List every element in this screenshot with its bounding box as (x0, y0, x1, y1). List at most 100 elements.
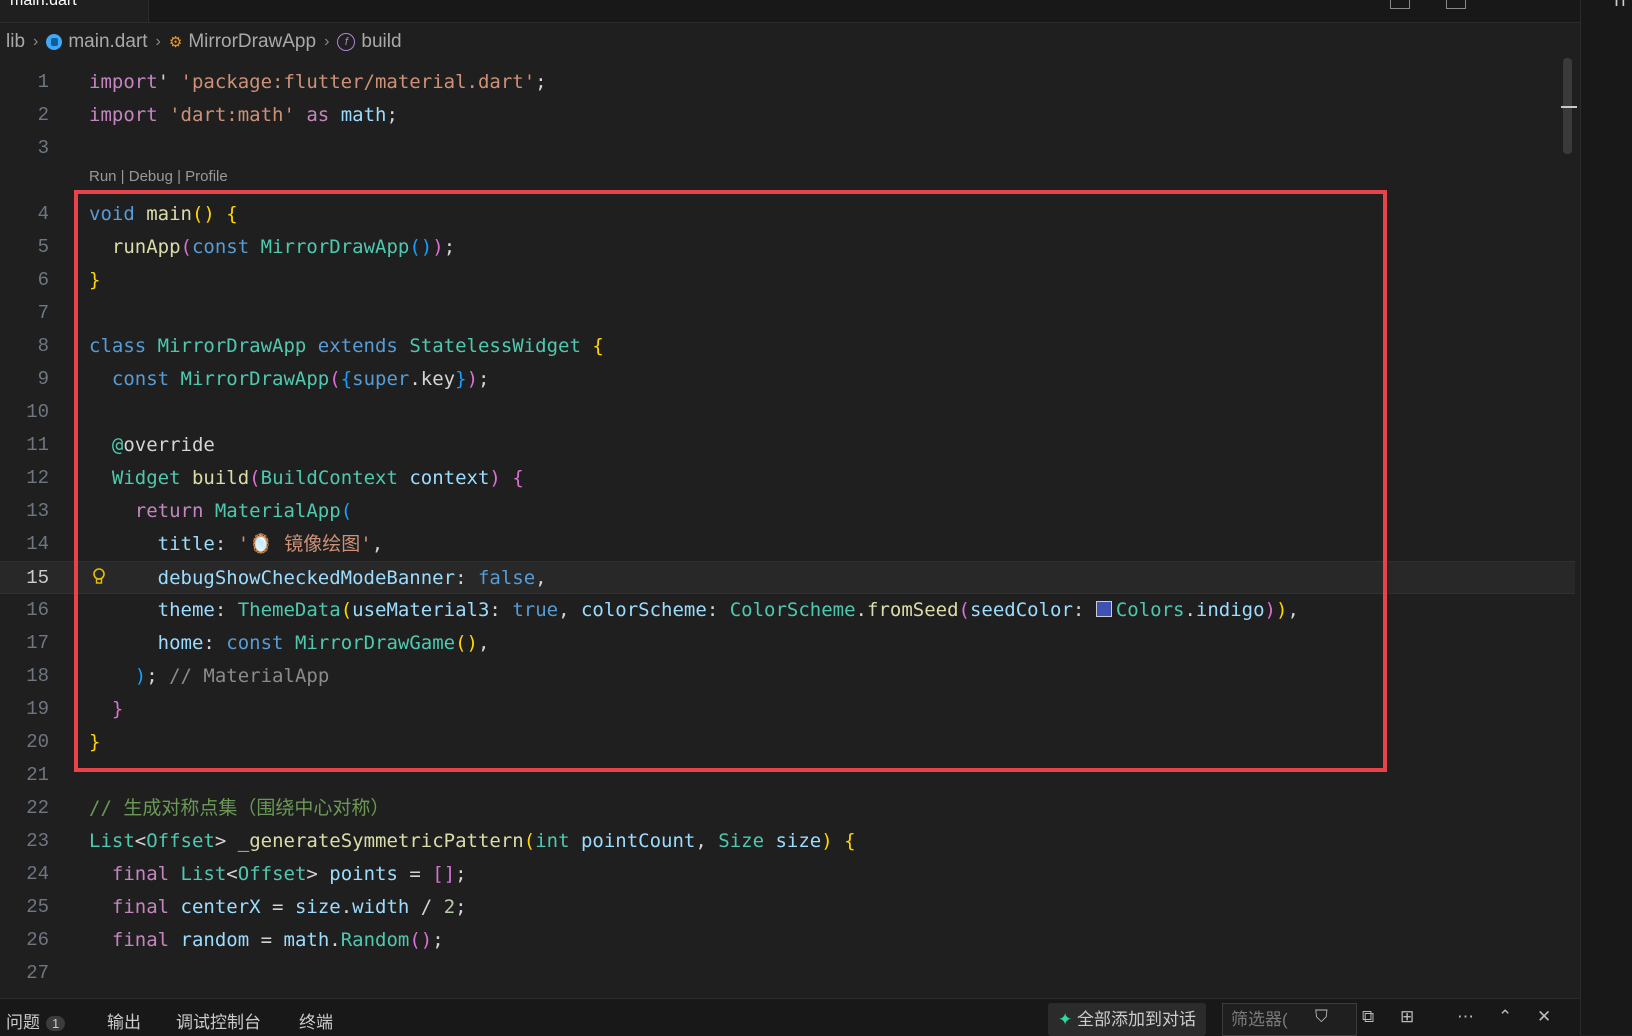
code-text: } (89, 264, 100, 297)
code-line[interactable]: 2 import 'dart:math' as math; (0, 99, 1575, 132)
code-line[interactable]: 6} (0, 264, 1575, 297)
more-icon[interactable]: ⋯ (1457, 1007, 1474, 1027)
code-token: indigo (1195, 599, 1265, 621)
code-line[interactable]: 20} (0, 726, 1575, 759)
code-text: ); // MaterialApp (89, 660, 330, 693)
code-line[interactable]: 26 final random = math.Random(); (0, 924, 1575, 957)
line-number: 16 (26, 599, 49, 621)
code-token: , (371, 533, 384, 555)
filter-icon[interactable]: ⛉ (1315, 1007, 1328, 1027)
code-token: MirrorDrawApp (146, 335, 307, 357)
code-token: : (706, 599, 730, 621)
code-token: . (855, 599, 867, 621)
code-token: () (455, 632, 478, 654)
code-line[interactable]: 21 (0, 759, 1575, 792)
split-editor-icon[interactable] (1390, 0, 1410, 9)
class-icon: ⚙ (168, 34, 183, 51)
code-editor[interactable]: Run | Debug | Profile 1 import' 'package:… (0, 66, 1575, 998)
close-icon[interactable]: ✕ (1537, 1007, 1551, 1027)
tab-main-dart[interactable]: main.dart (0, 0, 149, 22)
color-swatch-icon[interactable] (1095, 601, 1112, 617)
code-line[interactable]: 24 final List<Offset> points = []; (0, 858, 1575, 891)
code-line[interactable]: 27 (0, 957, 1575, 990)
line-number: 5 (37, 236, 49, 258)
code-token: BuildContext (260, 467, 398, 489)
code-line[interactable]: 17 home: const MirrorDrawGame(), (0, 627, 1575, 660)
code-text: title: '🪞 镜像绘图', (89, 528, 384, 561)
code-line[interactable]: 18 ); // MaterialApp (0, 660, 1575, 693)
line-number: 20 (26, 731, 49, 753)
add-all-to-chat-button[interactable]: ✦ 全部添加到对话 (1048, 1003, 1206, 1036)
chevron-right-icon: › (324, 33, 330, 50)
code-line[interactable]: 10 (0, 396, 1575, 429)
code-text: debugShowCheckedModeBanner: false, (89, 562, 547, 595)
code-token: () (409, 929, 433, 951)
code-token: extends (306, 335, 398, 357)
code-token: Size (718, 830, 765, 852)
code-line[interactable]: 23 List<Offset> _generateSymmetricPattern… (0, 825, 1575, 858)
tab-output[interactable]: 输出 (107, 1008, 141, 1033)
code-token: , (477, 632, 490, 654)
code-line[interactable]: 11 @override (0, 429, 1575, 462)
copy-icon[interactable]: ⧉ (1362, 1007, 1374, 1027)
code-text: runApp(const MirrorDrawApp()); (89, 231, 455, 264)
code-line[interactable]: 15 debugShowCheckedModeBanner: false, (0, 561, 1575, 594)
lightbulb-icon[interactable] (92, 568, 106, 586)
tab-debug-console[interactable]: 调试控制台 (176, 1008, 261, 1033)
code-text: } (89, 693, 123, 726)
chevron-right-icon: › (155, 33, 161, 50)
code-line[interactable]: 25 final centerX = size.width / 2; (0, 891, 1575, 924)
code-token: centerX (169, 896, 261, 918)
code-line[interactable]: 3 (0, 132, 1575, 165)
codelens-run-debug-profile[interactable]: Run | Debug | Profile (89, 168, 228, 185)
code-token: @ (111, 434, 124, 456)
code-token: return (134, 500, 204, 522)
code-line[interactable]: 22 // 生成对称点集（围绕中心对称） (0, 792, 1575, 825)
code-text: import 'dart:math' as math; (89, 99, 398, 132)
code-line[interactable]: 9 const MirrorDrawApp({super.key}); (0, 363, 1575, 396)
tab-problems[interactable]: 问题 1 (6, 1008, 66, 1033)
line-number: 9 (37, 368, 49, 390)
code-token: import (89, 71, 158, 93)
code-token: ThemeData (237, 599, 341, 621)
code-line[interactable]: 5 runApp(const MirrorDrawApp()); (0, 231, 1575, 264)
code-line[interactable]: 1 import' 'package:flutter/material.dart'… (0, 66, 1575, 99)
breadcrumb-item-lib[interactable]: lib (6, 31, 25, 53)
code-line[interactable]: 7 (0, 297, 1575, 330)
code-token: , (1287, 599, 1299, 621)
code-token: () (191, 203, 215, 225)
code-line[interactable]: 12 Widget build(BuildContext context) { (0, 462, 1575, 495)
code-line[interactable]: 16 theme: ThemeData(useMaterial3: true, … (0, 594, 1575, 627)
line-number: 6 (37, 269, 49, 291)
code-line[interactable]: 13 return MaterialApp( (0, 495, 1575, 528)
breadcrumb-item-file[interactable]: main.dart (68, 31, 147, 53)
layout-icon[interactable]: ⊞ (1400, 1007, 1414, 1027)
line-number: 1 (37, 71, 49, 93)
code-line[interactable]: 4 void main() { (0, 198, 1575, 231)
code-token: } (455, 368, 467, 390)
code-line[interactable]: 19 } (0, 693, 1575, 726)
filter-input[interactable]: 筛选器( (1222, 1003, 1357, 1036)
code-token: StatelessWidget (397, 335, 581, 357)
code-token: MirrorDrawApp (249, 236, 410, 258)
chevron-up-icon[interactable]: ⌃ (1498, 1007, 1512, 1027)
tab-terminal[interactable]: 终端 (299, 1008, 333, 1033)
editor-scrollbar[interactable] (1561, 58, 1577, 958)
code-token: const (226, 632, 284, 654)
code-token: final (111, 896, 170, 918)
code-token: , (558, 599, 581, 621)
breadcrumb-item-class[interactable]: MirrorDrawApp (188, 31, 316, 53)
code-token: debugShowCheckedModeBanner (157, 567, 456, 589)
code-line[interactable]: 14 title: '🪞 镜像绘图', (0, 528, 1575, 561)
breadcrumb-item-method[interactable]: build (361, 31, 401, 53)
code-token: main (134, 203, 192, 225)
code-token: math (283, 929, 330, 951)
more-actions-icon[interactable] (1446, 0, 1466, 9)
code-line[interactable]: 8 class MirrorDrawApp extends StatelessWi… (0, 330, 1575, 363)
code-token: { (580, 335, 604, 357)
